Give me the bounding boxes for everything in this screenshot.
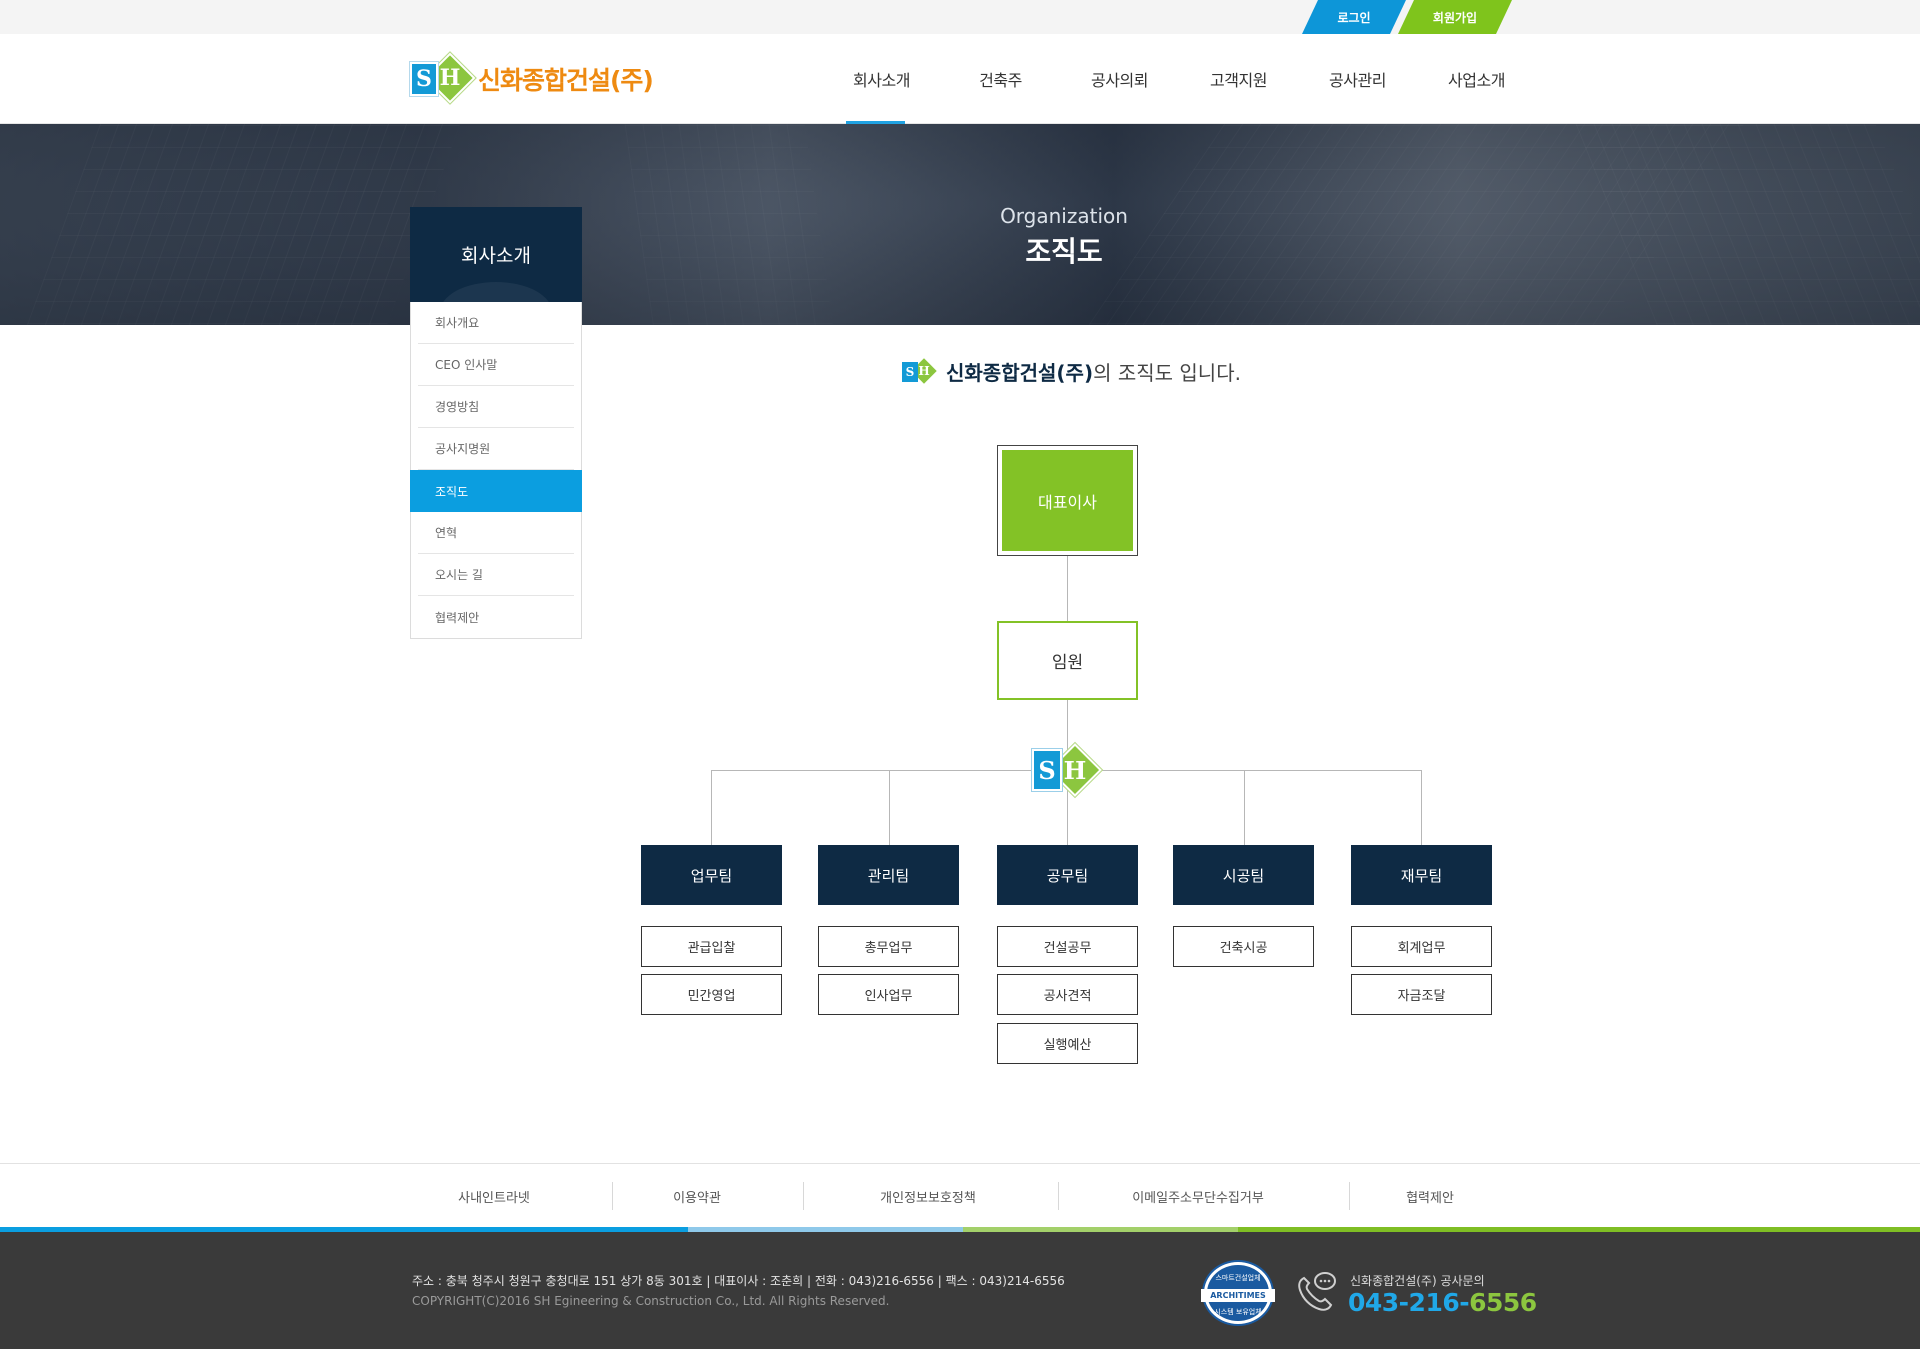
utility-bar: 로그인 회원가입 [0, 0, 1920, 34]
cs-phone-number: 043-216-6556 [1348, 1288, 1537, 1317]
side-item-policy[interactable]: 경영방침 [418, 386, 574, 428]
side-item-directions[interactable]: 오시는 길 [418, 554, 574, 596]
duty-box: 실행예산 [997, 1023, 1138, 1064]
nav-owner[interactable]: 건축주 [941, 34, 1060, 124]
connector-line [1421, 770, 1422, 845]
team-construction: 시공팀 [1173, 845, 1314, 905]
intro-company: 신화종합건설(주) [946, 360, 1094, 385]
connector-line [1067, 556, 1068, 621]
footer-link-privacy[interactable]: 개인정보보호정책 [803, 1164, 1053, 1228]
org-intro: H S 신화종합건설(주) 의 조직도 입니다. [900, 356, 1241, 386]
main-nav: 회사소개 건축주 공사의뢰 고객지원 공사관리 사업소개 [822, 34, 1536, 124]
duty-box: 인사업무 [818, 974, 959, 1015]
side-item-organization[interactable]: 조직도 [410, 470, 582, 512]
page-title: 조직도 [1025, 235, 1103, 268]
side-item-ceo[interactable]: CEO 인사말 [418, 344, 574, 386]
nav-company[interactable]: 회사소개 [822, 34, 941, 124]
sh-logo-icon: H S [410, 52, 476, 104]
connector-line [1244, 770, 1245, 845]
duty-box: 공사견적 [997, 974, 1138, 1015]
side-menu: 회사소개 회사개요 CEO 인사말 경영방침 공사지명원 조직도 연혁 오시는 … [410, 207, 582, 639]
org-ceo: 대표이사 [997, 445, 1138, 556]
duty-box: 총무업무 [818, 926, 959, 967]
site-footer: 주소 : 충북 청주시 청원구 충청대로 151 상가 8동 301호 | 대표… [0, 1232, 1920, 1349]
duty-box: 자금조달 [1351, 974, 1492, 1015]
login-link[interactable]: 로그인 [1302, 0, 1406, 34]
footer-nav: 사내인트라넷 이용약관 개인정보보호정책 이메일주소무단수집거부 협력제안 [0, 1163, 1920, 1227]
banner-subtitle: Organization [1000, 204, 1128, 228]
page-banner: Organization 조직도 [0, 124, 1920, 325]
sh-logo-icon: H S [1028, 743, 1108, 801]
intro-text: 의 조직도 입니다. [1093, 360, 1241, 385]
phone-chat-icon [1298, 1272, 1336, 1311]
team-public-works: 공무팀 [997, 845, 1138, 905]
duty-box: 관급입찰 [641, 926, 782, 967]
nav-business[interactable]: 사업소개 [1417, 34, 1536, 124]
footer-link-terms[interactable]: 이용약관 [612, 1164, 782, 1228]
team-finance: 재무팀 [1351, 845, 1492, 905]
side-item-history[interactable]: 연혁 [418, 512, 574, 554]
connector-line [711, 770, 712, 845]
duty-box: 건축시공 [1173, 926, 1314, 967]
cs-label: 신화종합건설(주) 공사문의 [1350, 1274, 1485, 1288]
org-ceo-label: 대표이사 [1002, 450, 1133, 551]
sh-logo-icon: H S [900, 358, 937, 384]
nav-management[interactable]: 공사관리 [1298, 34, 1417, 124]
duty-box: 회계업무 [1351, 926, 1492, 967]
nav-request[interactable]: 공사의뢰 [1060, 34, 1179, 124]
side-item-registry[interactable]: 공사지명원 [418, 428, 574, 470]
side-menu-list: 회사개요 CEO 인사말 경영방침 공사지명원 조직도 연혁 오시는 길 협력제… [410, 302, 582, 639]
site-header: H S 신화종합건설(주) 회사소개 건축주 공사의뢰 고객지원 공사관리 사업… [0, 34, 1920, 124]
site-logo[interactable]: H S 신화종합건설(주) [410, 52, 654, 104]
footer-link-intranet[interactable]: 사내인트라넷 [412, 1164, 576, 1228]
duty-box: 민간영업 [641, 974, 782, 1015]
side-menu-title: 회사소개 [410, 207, 582, 302]
footer-link-partnership[interactable]: 협력제안 [1349, 1164, 1511, 1228]
company-name: 신화종합건설(주) [478, 66, 654, 95]
join-link[interactable]: 회원가입 [1398, 0, 1512, 34]
org-executives: 임원 [997, 621, 1138, 700]
side-item-overview[interactable]: 회사개요 [418, 302, 574, 344]
footer-copyright: COPYRIGHT(C)2016 SH Egineering & Constru… [412, 1294, 890, 1308]
footer-address: 주소 : 충북 청주시 청원구 충청대로 151 상가 8동 301호 | 대표… [412, 1274, 1065, 1288]
certification-badge-icon: 스마트건설업체 ARCHITIMES 시스템 보유업체 [1201, 1262, 1275, 1324]
side-item-partnership[interactable]: 협력제안 [418, 596, 574, 638]
team-admin: 관리팀 [818, 845, 959, 905]
team-business: 업무팀 [641, 845, 782, 905]
nav-support[interactable]: 고객지원 [1179, 34, 1298, 124]
duty-box: 건설공무 [997, 926, 1138, 967]
footer-link-email-policy[interactable]: 이메일주소무단수집거부 [1058, 1164, 1338, 1228]
connector-line [889, 770, 890, 845]
